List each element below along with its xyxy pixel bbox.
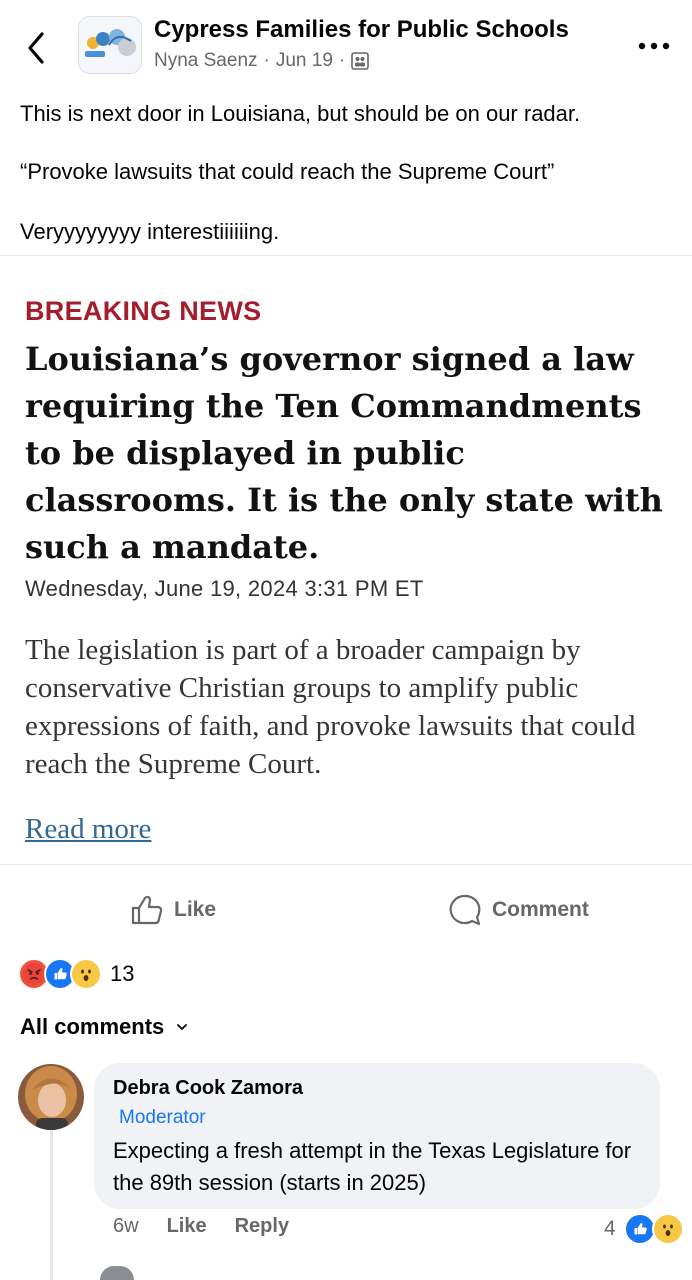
comment-actions: 6w Like Reply bbox=[113, 1215, 289, 1238]
thread-line bbox=[50, 1130, 53, 1280]
back-button[interactable] bbox=[22, 28, 52, 68]
reactions-summary[interactable]: 13 bbox=[18, 958, 134, 990]
post-text-line: This is next door in Louisiana, but shou… bbox=[20, 101, 581, 126]
comment-reactions[interactable]: 4 bbox=[604, 1213, 684, 1245]
author-name[interactable]: Nyna Saenz bbox=[154, 50, 258, 72]
more-horizontal-icon bbox=[638, 42, 670, 50]
more-options-button[interactable] bbox=[636, 36, 672, 56]
comment-bubble[interactable]: Debra Cook Zamora Moderator Expecting a … bbox=[94, 1063, 660, 1209]
comment-reply-button[interactable]: Reply bbox=[235, 1215, 289, 1238]
chevron-left-icon bbox=[28, 32, 44, 64]
like-icon bbox=[623, 1213, 656, 1245]
commenter-name[interactable]: Debra Cook Zamora bbox=[113, 1077, 303, 1100]
post-text-line: Veryyyyyyyy interestiiiiiing. bbox=[20, 219, 280, 244]
breaking-news-kicker: BREAKING NEWS bbox=[25, 296, 262, 326]
comment-button[interactable]: Comment bbox=[448, 888, 589, 932]
moderator-badge: Moderator bbox=[119, 1107, 206, 1128]
wow-icon bbox=[651, 1213, 684, 1245]
article-preview-card[interactable]: BREAKING NEWS Louisiana’s governor signe… bbox=[0, 255, 692, 865]
avatar[interactable] bbox=[18, 1064, 84, 1130]
article-summary: The legislation is part of a broader cam… bbox=[25, 634, 636, 780]
next-comment-avatar[interactable] bbox=[100, 1266, 134, 1280]
article-dateline: Wednesday, June 19, 2024 3:31 PM ET bbox=[25, 576, 424, 601]
post-action-bar: Like Comment bbox=[0, 880, 692, 940]
read-more-link[interactable]: Read more bbox=[25, 813, 151, 846]
comment-bubble-icon bbox=[449, 894, 481, 926]
article-headline[interactable]: Louisiana’s governor signed a law requir… bbox=[25, 336, 675, 571]
group-name[interactable]: Cypress Families for Public Schools bbox=[154, 16, 569, 44]
all-comments-label: All comments bbox=[20, 1014, 165, 1039]
like-button[interactable]: Like bbox=[130, 888, 216, 932]
comment-text: Expecting a fresh attempt in the Texas L… bbox=[113, 1138, 632, 1195]
post-meta: Nyna Saenz · Jun 19 · bbox=[154, 50, 370, 72]
reaction-count: 13 bbox=[110, 961, 135, 986]
meta-separator: · bbox=[338, 50, 346, 71]
comments-filter-dropdown[interactable]: All comments bbox=[20, 1014, 188, 1040]
group-logo-image bbox=[79, 17, 141, 73]
group-avatar[interactable] bbox=[78, 16, 142, 74]
post-date[interactable]: Jun 19 bbox=[276, 50, 333, 72]
wow-icon bbox=[70, 958, 102, 990]
comment-like-button[interactable]: Like bbox=[167, 1215, 207, 1238]
comment-reaction-count: 4 bbox=[604, 1217, 616, 1240]
group-audience-icon bbox=[351, 52, 370, 70]
post-text-line: “Provoke lawsuits that could reach the S… bbox=[20, 159, 555, 184]
commenter-photo bbox=[18, 1064, 84, 1130]
comment-label: Comment bbox=[492, 898, 589, 921]
chevron-down-icon bbox=[177, 1024, 188, 1030]
thumbs-up-icon bbox=[131, 895, 163, 925]
post-header: Cypress Families for Public Schools Nyna… bbox=[0, 0, 692, 88]
like-label: Like bbox=[174, 898, 217, 921]
comment-age: 6w bbox=[113, 1215, 139, 1237]
meta-separator: · bbox=[263, 50, 270, 71]
